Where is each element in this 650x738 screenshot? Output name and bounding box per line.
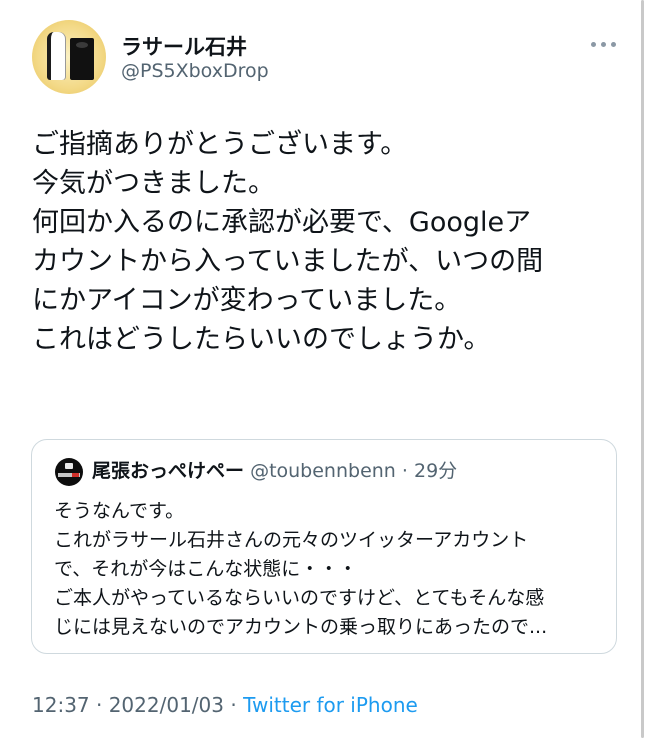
- more-icon-dot: [611, 42, 616, 47]
- tweet-meta: 12:37 · 2022/01/03 · Twitter for iPhone: [32, 693, 418, 717]
- tweet-line: ご指摘ありがとうございます。: [32, 129, 408, 160]
- tweet-line: カウントから入っていましたが、いつの間: [32, 246, 544, 277]
- quote-header: 尾張おっぺけペー @toubennbenn · 29分: [92, 459, 457, 483]
- avatar-red-graphic: [72, 473, 79, 477]
- quote-author-handle[interactable]: @toubennbenn: [250, 460, 396, 482]
- author-handle[interactable]: @PS5XboxDrop: [121, 60, 269, 82]
- author-display-name[interactable]: ラサール石井: [121, 31, 247, 61]
- tweet-line: 今気がつきました。: [32, 168, 275, 199]
- quote-line: これがラサール石井さんの元々のツイッターアカウント: [54, 529, 529, 551]
- tweet-line: 何回か入るのに承認が必要で、Googleア: [32, 207, 532, 238]
- more-icon-dot: [601, 42, 606, 47]
- tweet-line: にかアイコンが変わっていました。: [32, 285, 462, 316]
- tweet-source-link[interactable]: Twitter for iPhone: [243, 693, 418, 717]
- quote-line: で、それが今はこんな状態に・・・: [54, 558, 358, 580]
- quote-separator: ·: [401, 460, 408, 482]
- ps5-console-graphic: [47, 32, 65, 80]
- scrollbar[interactable]: [641, 0, 644, 738]
- quote-timestamp[interactable]: 29分: [414, 460, 457, 482]
- quote-line: ご本人がやっているならいいのですけど、とてもそんな感: [54, 587, 545, 609]
- quote-author-avatar[interactable]: [55, 458, 83, 486]
- quote-line: そうなんです。: [54, 500, 185, 522]
- quote-body: そうなんです。 これがラサール石井さんの元々のツイッターアカウント で、それが今…: [54, 497, 614, 642]
- quote-line: じには見えないのでアカウントの乗っ取りにあったので...: [54, 616, 548, 638]
- more-icon-dot: [591, 42, 596, 47]
- tweet-timestamp[interactable]: 12:37 · 2022/01/03 ·: [32, 693, 243, 717]
- tweet-text: ご指摘ありがとうございます。 今気がつきました。 何回か入るのに承認が必要で、G…: [32, 125, 627, 359]
- tweet-line: これはどうしたらいいのでしょうか。: [32, 324, 491, 355]
- author-avatar[interactable]: [32, 20, 106, 94]
- quote-author-name[interactable]: 尾張おっぺけペー: [92, 460, 244, 482]
- more-icon[interactable]: [589, 38, 619, 52]
- avatar-seal-graphic: [65, 463, 73, 469]
- xbox-console-graphic: [70, 38, 94, 80]
- quote-tweet-card[interactable]: 尾張おっぺけペー @toubennbenn · 29分 そうなんです。 これがラ…: [31, 439, 617, 654]
